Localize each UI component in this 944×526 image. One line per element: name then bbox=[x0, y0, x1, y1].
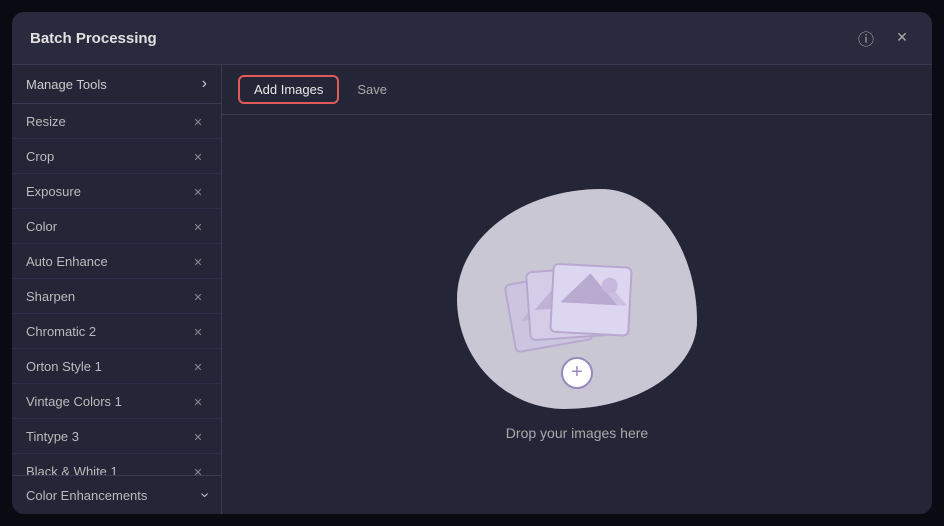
remove-exposure-button[interactable] bbox=[189, 182, 207, 200]
batch-processing-dialog: Batch Processing Manage Tools bbox=[12, 12, 932, 514]
x-icon bbox=[193, 288, 202, 304]
manage-tools-label: Manage Tools bbox=[26, 77, 107, 92]
x-icon bbox=[193, 323, 202, 339]
x-icon bbox=[193, 148, 202, 164]
modal-overlay: Batch Processing Manage Tools bbox=[0, 0, 944, 526]
dialog-body: Manage Tools Resize Crop bbox=[12, 65, 932, 514]
mountain-svg-3 bbox=[553, 264, 631, 308]
info-button[interactable] bbox=[854, 26, 878, 50]
main-content: Add Images Save bbox=[222, 65, 932, 514]
remove-chromatic-button[interactable] bbox=[189, 322, 207, 340]
color-enhancements-item[interactable]: Color Enhancements bbox=[12, 475, 221, 514]
info-icon bbox=[858, 26, 874, 50]
remove-resize-button[interactable] bbox=[189, 112, 207, 130]
sidebar: Manage Tools Resize Crop bbox=[12, 65, 222, 514]
tool-label: Sharpen bbox=[26, 289, 75, 304]
tool-item-auto-enhance[interactable]: Auto Enhance bbox=[12, 244, 221, 279]
chevron-down-icon bbox=[202, 486, 207, 504]
header-icons bbox=[854, 26, 914, 50]
save-button[interactable]: Save bbox=[347, 77, 397, 102]
manage-tools-item[interactable]: Manage Tools bbox=[12, 65, 221, 104]
remove-orton-button[interactable] bbox=[189, 357, 207, 375]
tool-item-exposure[interactable]: Exposure bbox=[12, 174, 221, 209]
tool-item-chromatic-2[interactable]: Chromatic 2 bbox=[12, 314, 221, 349]
remove-sharpen-button[interactable] bbox=[189, 287, 207, 305]
tool-label: Auto Enhance bbox=[26, 254, 108, 269]
drop-zone[interactable]: + Drop your images here bbox=[222, 115, 932, 514]
plus-icon: + bbox=[571, 361, 583, 384]
x-icon bbox=[193, 393, 202, 409]
add-images-button[interactable]: Add Images bbox=[238, 75, 339, 104]
tool-label: Vintage Colors 1 bbox=[26, 394, 122, 409]
tool-item-color[interactable]: Color bbox=[12, 209, 221, 244]
tool-label: Black & White 1 bbox=[26, 464, 118, 476]
remove-tintype-button[interactable] bbox=[189, 427, 207, 445]
tool-item-sharpen[interactable]: Sharpen bbox=[12, 279, 221, 314]
tool-item-vintage-colors-1[interactable]: Vintage Colors 1 bbox=[12, 384, 221, 419]
tool-item-black-white-1[interactable]: Black & White 1 bbox=[12, 454, 221, 475]
tool-label: Crop bbox=[26, 149, 54, 164]
tool-label: Chromatic 2 bbox=[26, 324, 96, 339]
x-icon bbox=[193, 113, 202, 129]
x-icon bbox=[193, 463, 202, 475]
tool-item-resize[interactable]: Resize bbox=[12, 104, 221, 139]
tool-item-orton-style-1[interactable]: Orton Style 1 bbox=[12, 349, 221, 384]
tool-label: Resize bbox=[26, 114, 66, 129]
drop-zone-text: Drop your images here bbox=[506, 425, 648, 441]
remove-vintage-button[interactable] bbox=[189, 392, 207, 410]
drop-illustration: + bbox=[457, 189, 697, 409]
x-icon bbox=[193, 253, 202, 269]
chevron-right-icon bbox=[202, 75, 207, 93]
tools-list: Resize Crop Exposure bbox=[12, 104, 221, 475]
dialog-header: Batch Processing bbox=[12, 12, 932, 65]
toolbar: Add Images Save bbox=[222, 65, 932, 115]
image-card-3 bbox=[549, 262, 633, 336]
remove-crop-button[interactable] bbox=[189, 147, 207, 165]
tool-label: Exposure bbox=[26, 184, 81, 199]
x-icon bbox=[193, 183, 202, 199]
x-icon bbox=[193, 428, 202, 444]
tool-item-crop[interactable]: Crop bbox=[12, 139, 221, 174]
x-icon bbox=[193, 358, 202, 374]
remove-bw-button[interactable] bbox=[189, 462, 207, 475]
tool-label: Orton Style 1 bbox=[26, 359, 102, 374]
color-enhancements-label: Color Enhancements bbox=[26, 488, 147, 503]
tool-label: Tintype 3 bbox=[26, 429, 79, 444]
close-button[interactable] bbox=[890, 26, 914, 50]
dialog-title: Batch Processing bbox=[30, 30, 854, 47]
remove-auto-enhance-button[interactable] bbox=[189, 252, 207, 270]
sun-decoration-3 bbox=[601, 277, 618, 294]
tool-label: Color bbox=[26, 219, 57, 234]
remove-color-button[interactable] bbox=[189, 217, 207, 235]
tool-item-tintype-3[interactable]: Tintype 3 bbox=[12, 419, 221, 454]
close-icon bbox=[896, 29, 908, 47]
x-icon bbox=[193, 218, 202, 234]
plus-button[interactable]: + bbox=[561, 357, 593, 389]
